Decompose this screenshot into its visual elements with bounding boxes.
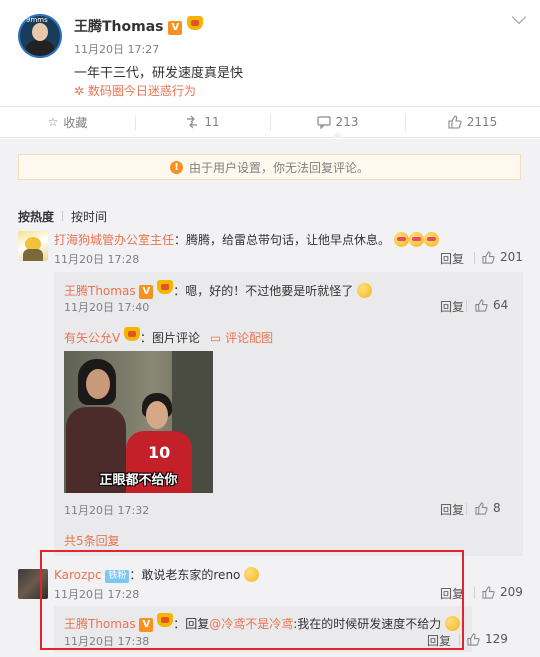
warning-icon: ! — [169, 160, 183, 174]
reply-2-like-count: 8 — [493, 501, 501, 515]
like-button[interactable]: 2115 — [405, 107, 540, 137]
thumbs-up-icon — [448, 115, 462, 129]
post-text: 一年干三代，研发速度真是快 — [74, 66, 244, 81]
comment-1-text: 打海狗城管办公室主任：腾腾，给雷总带句话，让他早点休息。 — [54, 231, 439, 248]
topic-label: 数码圈今日迷惑行为 — [87, 84, 196, 98]
comment-2-like-button[interactable]: 209 — [482, 585, 523, 599]
divider — [466, 503, 467, 515]
thumbs-up-icon — [482, 585, 495, 599]
comment-1-time: 11月20日 17:28 — [54, 253, 140, 266]
favorite-label: 收藏 — [63, 115, 88, 130]
member-crown-icon — [157, 280, 174, 294]
repost-button[interactable]: 11 — [135, 107, 270, 137]
view-image-label: 评论配图 — [225, 331, 274, 345]
divider — [466, 300, 467, 312]
member-crown-icon — [124, 327, 141, 341]
reply-disabled-notice: ! 由于用户设置，你无法回复评论。 — [18, 154, 521, 180]
comment-1-like-count: 201 — [500, 250, 523, 264]
reply-2-time: 11月20日 17:32 — [64, 504, 150, 517]
member-crown-icon — [187, 16, 204, 30]
jersey-number: 10 — [148, 443, 171, 462]
notice-text: 由于用户设置，你无法回复评论。 — [188, 160, 369, 175]
chevron-down-icon[interactable] — [511, 9, 527, 25]
comment-image[interactable]: 10 正眼都不给你 — [64, 351, 213, 493]
comment-button[interactable]: 213 — [270, 107, 405, 137]
thumbs-up-icon — [475, 501, 488, 515]
reply-1-time: 11月20日 17:40 — [64, 301, 150, 314]
comment-1-user[interactable]: 打海狗城管办公室主任 — [54, 233, 174, 247]
comment-count: 213 — [335, 115, 359, 129]
author-name[interactable]: 王腾Thomas — [74, 19, 164, 35]
reply-1-user[interactable]: 王腾Thomas — [64, 284, 136, 298]
topic-link[interactable]: ✲ 数码圈今日迷惑行为 — [74, 82, 196, 99]
reply-1-reply-button[interactable]: 回复 — [440, 298, 464, 315]
favorite-button[interactable]: ☆ 收藏 — [0, 107, 135, 137]
comment-icon — [316, 116, 331, 129]
thumbs-up-icon — [475, 298, 488, 312]
highlight-box — [40, 550, 464, 650]
comment-2-like-count: 209 — [500, 585, 523, 599]
thumbs-up-icon — [482, 250, 495, 264]
love-emoji-icon — [423, 232, 439, 247]
star-icon: ☆ — [47, 115, 59, 129]
verified-v-icon: V — [139, 285, 154, 299]
thumbs-up-icon — [467, 632, 480, 646]
reply-2-body: ：图片评论 — [140, 331, 201, 345]
reply-2-text: 有矢公允V ：图片评论 ▭ 评论配图 — [64, 327, 273, 346]
action-bar: ☆ 收藏 11 213 2115 — [0, 106, 540, 138]
author-name-row: 王腾Thomas V — [74, 16, 204, 36]
reply-1-text: 王腾Thomas V ：嗯，好的！不过他要是听就怪了 — [64, 280, 373, 299]
like-count: 2115 — [466, 115, 498, 129]
reply-3-like-count: 129 — [485, 632, 508, 646]
commenter-avatar[interactable] — [18, 231, 48, 261]
avatar-tag: 9mms — [26, 16, 48, 24]
verified-v-icon: V — [168, 21, 183, 35]
tab-time[interactable]: 按时间 — [71, 210, 107, 224]
repost-count: 11 — [204, 115, 220, 129]
reply-1-like-button[interactable]: 64 — [475, 298, 508, 312]
wink-emoji-icon — [357, 283, 373, 298]
image-icon: ▭ — [209, 331, 222, 345]
comment-1-body: ：腾腾，给雷总带句话，让他早点休息。 — [174, 233, 391, 247]
reply-2-reply-button[interactable]: 回复 — [440, 501, 464, 518]
more-replies-link[interactable]: 共5条回复 — [64, 532, 120, 549]
view-image-link[interactable]: ▭ 评论配图 — [210, 331, 273, 345]
sort-tabs: 按热度 按时间 — [18, 208, 107, 225]
reply-3-like-button[interactable]: 129 — [467, 632, 508, 646]
comment-1-reply-button[interactable]: 回复 — [440, 250, 464, 267]
topic-icon: ✲ — [74, 84, 85, 98]
author-avatar[interactable]: 9mms — [18, 14, 62, 58]
love-emoji-icon — [408, 232, 424, 247]
divider — [474, 252, 475, 264]
post-time: 11月20日 17:27 — [74, 43, 160, 56]
tab-hot[interactable]: 按热度 — [18, 210, 54, 224]
image-caption: 正眼都不给你 — [99, 473, 178, 488]
love-emoji-icon — [393, 232, 409, 247]
comment-1-like-button[interactable]: 201 — [482, 250, 523, 264]
divider — [474, 587, 475, 599]
repost-icon — [187, 115, 198, 129]
reply-2-user[interactable]: 有矢公允V — [64, 331, 120, 345]
reply-1-body: ：嗯，好的！不过他要是听就怪了 — [173, 284, 354, 298]
reply-1-like-count: 64 — [493, 298, 509, 312]
reply-2-like-button[interactable]: 8 — [475, 501, 501, 515]
